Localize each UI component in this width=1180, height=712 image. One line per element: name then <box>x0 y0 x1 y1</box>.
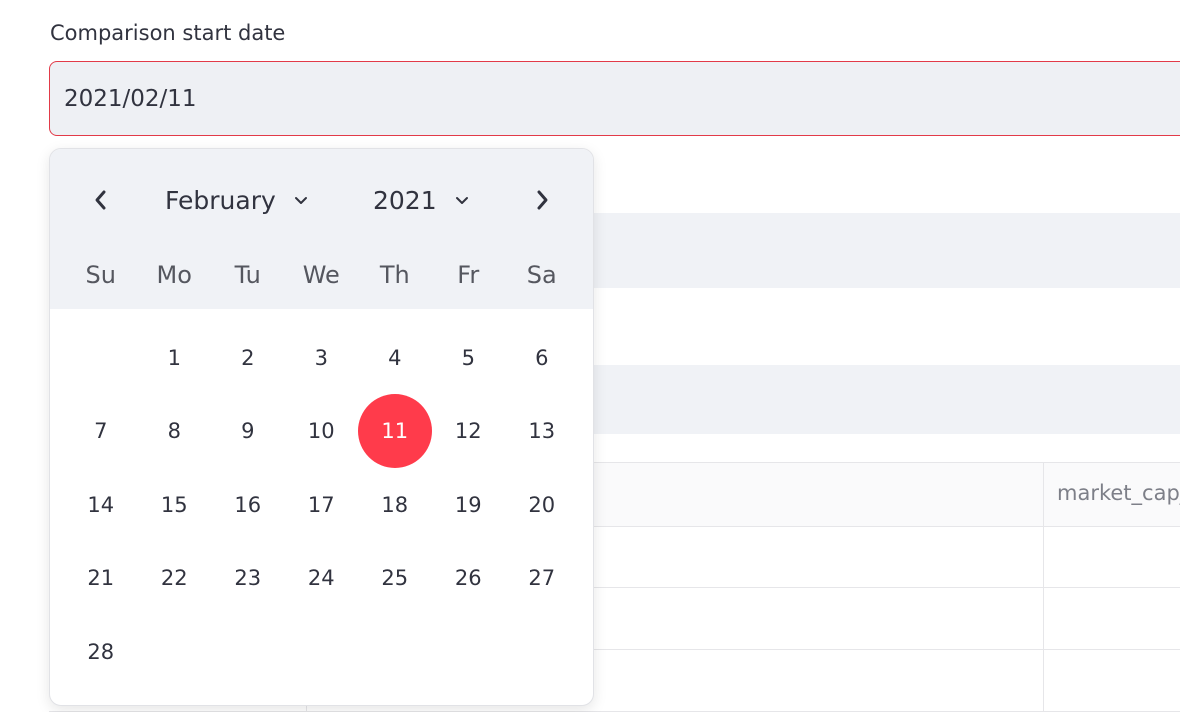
calendar-day-label: 20 <box>528 492 556 517</box>
calendar-day[interactable]: 13 <box>505 395 579 468</box>
calendar-day[interactable]: 8 <box>138 395 212 468</box>
calendar-day-label: 10 <box>307 419 335 443</box>
calendar-header: February 2021 <box>50 149 593 241</box>
calendar-day-label: 8 <box>167 419 181 443</box>
calendar-day-label: 3 <box>314 345 328 370</box>
page: Comparison start date 2021/02/11 market_… <box>0 0 1180 712</box>
calendar-day[interactable]: 2 <box>211 321 285 394</box>
calendar-day[interactable]: 3 <box>285 321 359 394</box>
calendar-day-label: 15 <box>160 492 188 517</box>
calendar-day[interactable]: 16 <box>211 468 285 541</box>
calendar-day[interactable]: 24 <box>285 542 359 615</box>
weekday-label: Sa <box>526 261 557 289</box>
calendar-day[interactable]: 25 <box>358 542 432 615</box>
calendar-day-label: 23 <box>234 566 262 590</box>
month-select[interactable]: February <box>165 186 308 215</box>
calendar-day[interactable]: 14 <box>64 468 138 541</box>
calendar-day[interactable]: 10 <box>285 395 359 468</box>
weekday-label: Mo <box>156 261 192 289</box>
calendar-day-label: 2 <box>241 345 255 370</box>
calendar-day-label: 22 <box>160 566 188 590</box>
chevron-down-icon <box>455 196 469 206</box>
weekday-label: Th <box>379 261 410 289</box>
calendar-day-label: 24 <box>307 566 335 590</box>
calendar-popover: February 2021 Su Mo Tu We Th Fr Sa 1 2 3… <box>49 148 594 706</box>
next-month-button[interactable] <box>529 185 557 215</box>
calendar-day-label: 16 <box>234 492 262 517</box>
calendar-day[interactable]: 9 <box>211 395 285 468</box>
calendar-day-label: 26 <box>454 566 482 590</box>
date-input-value: 2021/02/11 <box>64 85 197 112</box>
weekday-row: Su Mo Tu We Th Fr Sa <box>50 241 593 309</box>
calendar-day[interactable]: 4 <box>358 321 432 394</box>
column-header-market-cap[interactable]: market_cap_ <box>1057 481 1180 505</box>
field-label: Comparison start date <box>50 21 286 45</box>
weekday-label: Fr <box>457 261 480 289</box>
year-select[interactable]: 2021 <box>373 186 469 215</box>
calendar-day[interactable]: 19 <box>432 468 506 541</box>
calendar-day[interactable]: 17 <box>285 468 359 541</box>
calendar-day-label: 28 <box>87 639 115 664</box>
calendar-day[interactable]: 27 <box>505 542 579 615</box>
calendar-day-label: 17 <box>307 492 335 517</box>
calendar-day-label: 5 <box>461 345 475 370</box>
calendar-day-label: 1 <box>167 345 181 370</box>
calendar-day-label: 18 <box>381 492 409 517</box>
calendar-day-label: 12 <box>454 419 482 443</box>
calendar-day[interactable]: 26 <box>432 542 506 615</box>
calendar-day-label: 27 <box>528 566 556 590</box>
chevron-left-icon <box>95 190 106 210</box>
calendar-day[interactable]: 5 <box>432 321 506 394</box>
calendar-day-label: 4 <box>388 345 402 370</box>
calendar-day-label: 6 <box>535 345 549 370</box>
weekday-label: Su <box>85 261 116 289</box>
calendar-day[interactable]: 28 <box>64 615 138 688</box>
calendar-day-label: 19 <box>454 492 482 517</box>
chevron-down-icon <box>294 196 308 206</box>
calendar-day-label: 9 <box>241 419 255 443</box>
calendar-day-label: 21 <box>87 566 115 590</box>
calendar-day[interactable]: 6 <box>505 321 579 394</box>
calendar-day[interactable]: 12 <box>432 395 506 468</box>
calendar-day[interactable]: 15 <box>138 468 212 541</box>
calendar-day[interactable]: 22 <box>138 542 212 615</box>
calendar-day-selected[interactable]: 11 <box>357 394 432 468</box>
chevron-right-icon <box>537 190 548 210</box>
calendar-day[interactable]: 21 <box>64 542 138 615</box>
calendar-day-label: 13 <box>528 419 556 443</box>
calendar-day-label: 11 <box>381 419 409 443</box>
month-select-value: February <box>165 186 276 215</box>
calendar-day-label: 14 <box>87 492 115 517</box>
previous-month-button[interactable] <box>86 185 114 215</box>
calendar-day[interactable]: 23 <box>211 542 285 615</box>
weekday-label: We <box>302 261 340 289</box>
calendar-day[interactable]: 20 <box>505 468 579 541</box>
calendar-day[interactable]: 7 <box>64 395 138 468</box>
year-select-value: 2021 <box>373 186 437 215</box>
calendar-day-label: 25 <box>381 566 409 590</box>
calendar-day-label: 7 <box>94 419 108 443</box>
calendar-day[interactable]: 1 <box>138 321 212 394</box>
calendar-day[interactable]: 18 <box>358 468 432 541</box>
weekday-label: Tu <box>234 261 261 289</box>
date-input[interactable]: 2021/02/11 <box>49 61 1180 136</box>
